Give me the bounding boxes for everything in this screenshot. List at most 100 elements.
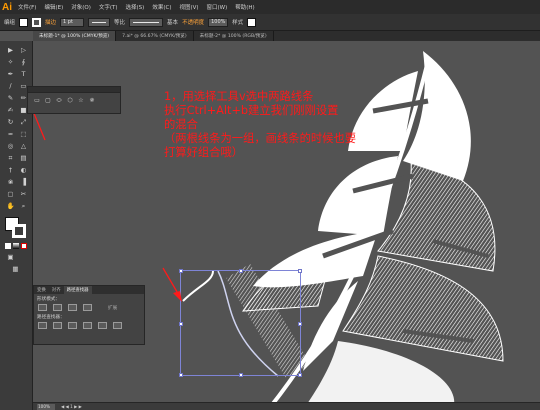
crop-icon[interactable] [83, 322, 92, 329]
magic-wand-icon[interactable]: ✧ [5, 58, 16, 67]
app-logo: Ai [0, 0, 14, 14]
none-button[interactable] [21, 243, 27, 249]
outline-icon[interactable] [98, 322, 107, 329]
instruction-line-1: 1，用选择工具v选中两路线条 [164, 90, 314, 103]
shape-tools-flyout: ▭ ▢ ⬭ ⬡ ☆ ✵ [27, 86, 121, 114]
merge-icon[interactable] [68, 322, 77, 329]
blob-brush-icon[interactable]: ✍ [5, 106, 16, 115]
intersect-icon[interactable] [68, 304, 77, 311]
screen-mode-icon[interactable]: ▦ [10, 265, 21, 274]
polygon-icon[interactable]: ⬡ [66, 97, 74, 104]
bounding-handle-tl[interactable] [179, 269, 183, 273]
rectangle-tool-icon[interactable]: ▭ [33, 97, 41, 104]
tab-document-3[interactable]: 未标题-2* @ 100% (RGB/预览) [194, 31, 274, 41]
instruction-line-2: 执行Ctrl+Alt+b建立我们刚刚设置 [164, 104, 339, 117]
expand-button[interactable]: 扩展 [108, 305, 117, 311]
shape-modes-label: 形状模式： [37, 297, 60, 302]
brush-definition[interactable] [129, 17, 164, 27]
hand-icon[interactable]: ✋ [5, 202, 16, 211]
color-button[interactable] [5, 243, 11, 249]
gradient-icon[interactable]: ▤ [18, 154, 29, 163]
bounding-handle-bl[interactable] [179, 373, 183, 377]
menu-select[interactable]: 选择(S) [126, 3, 145, 11]
selection-icon[interactable]: ▶ [5, 46, 16, 55]
divide-icon[interactable] [38, 322, 47, 329]
blend-icon[interactable]: ◐ [18, 166, 29, 175]
shape-builder-icon[interactable]: ◎ [5, 142, 16, 151]
eyedropper-icon[interactable]: † [5, 166, 16, 175]
bounding-handle-mr[interactable] [298, 322, 302, 326]
stroke-color-box[interactable] [12, 224, 26, 238]
bounding-handle-ml[interactable] [179, 322, 183, 326]
pathfinders-label: 路径查找器： [37, 315, 65, 320]
free-transform-icon[interactable]: ⬚ [18, 130, 29, 139]
document-tabs: 未标题-1* @ 100% (CMYK/预览) 7.ai* @ 66.67% (… [33, 31, 540, 41]
tab-document-1[interactable]: 未标题-1* @ 100% (CMYK/预览) [33, 31, 117, 41]
ellipse-icon[interactable]: ⬭ [55, 97, 63, 104]
menu-window[interactable]: 窗口(W) [207, 3, 228, 11]
draw-mode-icon[interactable]: ▣ [5, 253, 16, 262]
menu-bar: Ai 文件(F) 编辑(E) 对象(O) 文字(T) 选择(S) 效果(C) 视… [0, 0, 540, 14]
rotate-icon[interactable]: ↻ [5, 118, 16, 127]
menu-type[interactable]: 文字(T) [99, 3, 118, 11]
menu-file[interactable]: 文件(F) [18, 3, 36, 11]
tab-align[interactable]: 对齐 [49, 286, 64, 294]
selection-bounding-box[interactable] [179, 269, 302, 377]
type-icon[interactable]: T [18, 70, 29, 79]
style-label: 样式 [232, 20, 244, 26]
opacity-field[interactable]: 100% [208, 17, 229, 27]
bounding-handle-bm[interactable] [239, 373, 243, 377]
zoom-field[interactable]: 100% [37, 403, 55, 410]
bounding-handle-tr[interactable] [298, 269, 302, 273]
stroke-link[interactable]: 描边 [45, 18, 56, 26]
perspective-icon[interactable]: △ [18, 142, 29, 151]
pathfinder-panel: 变换 对齐 路径查找器 形状模式： 扩展 路径查找器： [33, 285, 145, 345]
bounding-handle-br[interactable] [298, 373, 302, 377]
brush-label: 基本 [167, 20, 179, 26]
control-bar: 编组 描边 1 pt 等比 基本 不透明度 100% 样式 [0, 14, 540, 31]
line-icon[interactable]: ∕ [5, 82, 16, 91]
variable-width-profile[interactable] [88, 17, 111, 27]
artboard-icon[interactable]: ▢ [5, 190, 16, 199]
menu-object[interactable]: 对象(O) [71, 3, 91, 11]
lasso-icon[interactable]: ∮ [18, 58, 29, 67]
menu-edit[interactable]: 编辑(E) [44, 3, 63, 11]
pen-icon[interactable]: ✒ [5, 70, 16, 79]
menu-effect[interactable]: 效果(C) [152, 3, 171, 11]
column-graph-icon[interactable]: ▐ [18, 178, 29, 187]
menu-view[interactable]: 视图(V) [179, 3, 198, 11]
trim-icon[interactable] [53, 322, 62, 329]
flare-icon[interactable]: ✵ [88, 97, 96, 104]
exclude-icon[interactable] [83, 304, 92, 311]
star-icon[interactable]: ☆ [77, 97, 85, 104]
tab-pathfinder[interactable]: 路径查找器 [63, 286, 92, 294]
paintbrush-icon[interactable]: ✎ [5, 94, 16, 103]
minus-front-icon[interactable] [53, 304, 62, 311]
unite-icon[interactable] [38, 304, 47, 311]
instruction-line-4: （两根线条为一组，画线条的时候也要 [164, 132, 357, 145]
scale-icon[interactable]: ⤢ [18, 118, 29, 127]
tab-document-2[interactable]: 7.ai* @ 66.67% (CMYK/预览) [116, 31, 194, 41]
minus-back-icon[interactable] [113, 322, 122, 329]
menu-help[interactable]: 帮助(H) [235, 3, 254, 11]
fill-stroke-indicator[interactable] [5, 217, 27, 239]
object-type-label: 编组 [4, 20, 16, 26]
stroke-swatch[interactable] [32, 17, 42, 27]
rounded-rectangle-icon[interactable]: ▢ [44, 97, 52, 104]
artboard-navigation[interactable]: ◀ ◀ 1 ▶ ▶ [61, 404, 82, 409]
fill-swatch[interactable] [19, 17, 29, 27]
opacity-link[interactable]: 不透明度 [182, 18, 204, 26]
zoom-icon[interactable]: ⌕ [18, 202, 29, 211]
warp-icon[interactable]: ≈ [5, 130, 16, 139]
stroke-weight-field[interactable]: 1 pt [60, 17, 85, 27]
instruction-line-5: 打算好组合哦） [164, 146, 244, 159]
graphic-style-swatch[interactable] [247, 17, 257, 27]
bounding-handle-tm[interactable] [239, 269, 243, 273]
slice-icon[interactable]: ✂ [18, 190, 29, 199]
status-bar: 100% ◀ ◀ 1 ▶ ▶ [33, 402, 540, 410]
mesh-icon[interactable]: ⌗ [5, 154, 16, 163]
tab-transform[interactable]: 变换 [34, 286, 49, 294]
direct-selection-icon[interactable]: ▷ [18, 46, 29, 55]
gradient-button[interactable] [13, 243, 19, 249]
symbol-sprayer-icon[interactable]: ❀ [5, 178, 16, 187]
